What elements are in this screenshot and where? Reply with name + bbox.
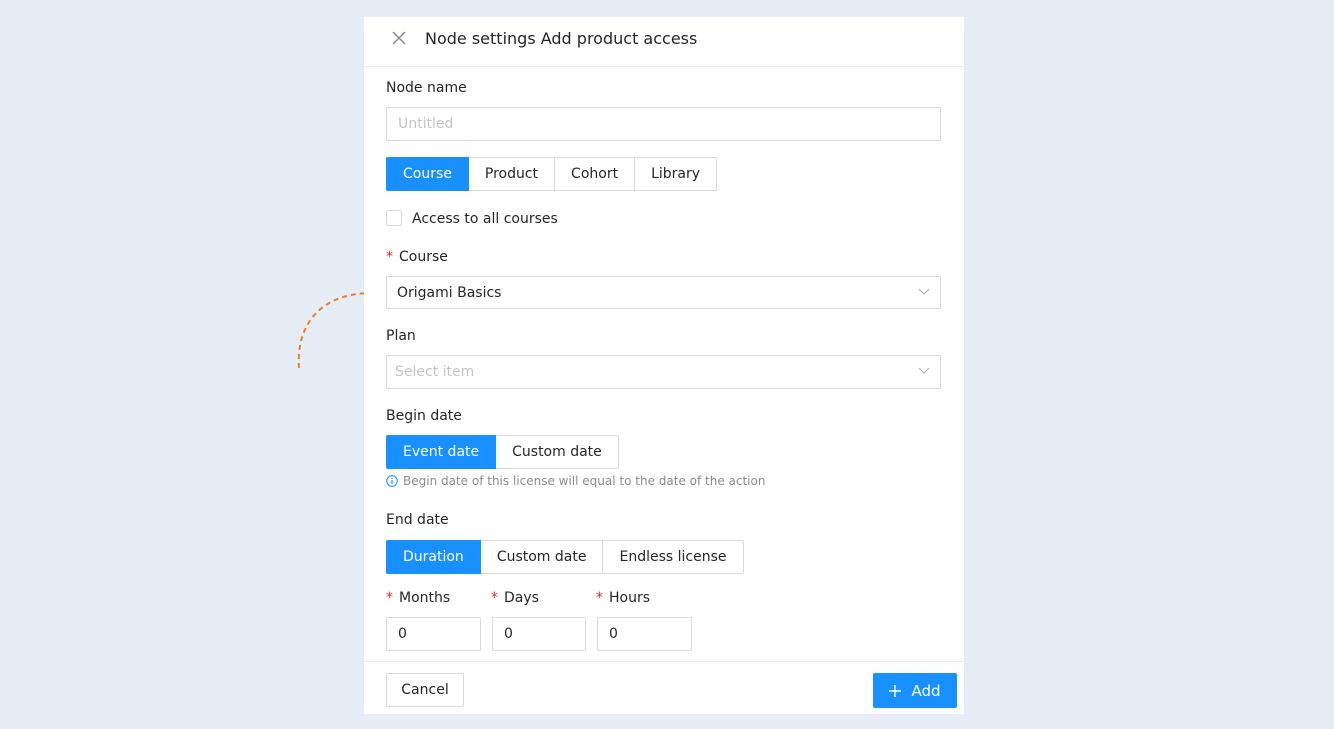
days-label: * Days bbox=[491, 589, 539, 607]
months-label-text: Months bbox=[399, 590, 451, 606]
add-button-label: Add bbox=[911, 681, 941, 700]
days-label-text: Days bbox=[504, 590, 539, 606]
add-button[interactable]: Add bbox=[873, 673, 957, 708]
begin-event-date-option[interactable]: Event date bbox=[386, 435, 497, 469]
hours-input[interactable] bbox=[597, 617, 692, 651]
required-mark: * bbox=[491, 590, 498, 606]
months-input[interactable] bbox=[386, 617, 481, 651]
days-input[interactable] bbox=[492, 617, 586, 651]
end-custom-date-option[interactable]: Custom date bbox=[479, 540, 604, 574]
info-icon bbox=[386, 475, 398, 487]
access-all-checkbox[interactable] bbox=[386, 210, 402, 226]
course-select[interactable]: Origami Basics bbox=[386, 276, 941, 309]
plan-select[interactable]: Select item bbox=[386, 355, 941, 389]
course-label: * Course bbox=[386, 248, 448, 266]
required-mark: * bbox=[386, 590, 393, 606]
course-select-value: Origami Basics bbox=[397, 285, 502, 301]
tab-course[interactable]: Course bbox=[386, 157, 469, 191]
end-date-options: Duration Custom date Endless license bbox=[386, 540, 744, 574]
node-name-input[interactable] bbox=[386, 107, 941, 141]
plan-label: Plan bbox=[386, 328, 416, 344]
months-label: * Months bbox=[386, 589, 450, 607]
tab-library[interactable]: Library bbox=[634, 157, 718, 191]
begin-custom-date-option[interactable]: Custom date bbox=[495, 435, 619, 469]
close-icon[interactable] bbox=[391, 30, 407, 46]
required-mark: * bbox=[386, 249, 393, 265]
hours-label: * Hours bbox=[596, 589, 650, 607]
modal-title: Node settings Add product access bbox=[425, 29, 698, 48]
begin-date-options: Event date Custom date bbox=[386, 435, 619, 469]
node-settings-modal: Node settings Add product access Node na… bbox=[364, 17, 964, 714]
course-label-text: Course bbox=[399, 249, 448, 265]
hours-label-text: Hours bbox=[609, 590, 651, 606]
plan-select-placeholder: Select item bbox=[395, 364, 475, 380]
tab-cohort[interactable]: Cohort bbox=[554, 157, 636, 191]
required-mark: * bbox=[596, 590, 603, 606]
chevron-down-icon bbox=[918, 367, 930, 374]
end-endless-license-option[interactable]: Endless license bbox=[602, 540, 744, 574]
plus-icon bbox=[889, 684, 902, 697]
begin-date-label: Begin date bbox=[386, 408, 462, 424]
modal-header: Node settings Add product access bbox=[364, 17, 964, 67]
cancel-button[interactable]: Cancel bbox=[386, 673, 464, 707]
tab-product[interactable]: Product bbox=[467, 157, 556, 191]
chevron-down-icon bbox=[918, 288, 930, 295]
access-all-label[interactable]: Access to all courses bbox=[412, 210, 558, 228]
end-duration-option[interactable]: Duration bbox=[386, 540, 481, 574]
begin-date-hint: Begin date of this license will equal to… bbox=[386, 474, 765, 488]
product-type-tabs: Course Product Cohort Library bbox=[386, 157, 718, 191]
end-date-label: End date bbox=[386, 512, 449, 528]
begin-date-hint-text: Begin date of this license will equal to… bbox=[403, 474, 766, 488]
modal-footer: Cancel Add bbox=[364, 661, 964, 715]
node-name-label: Node name bbox=[386, 80, 467, 96]
